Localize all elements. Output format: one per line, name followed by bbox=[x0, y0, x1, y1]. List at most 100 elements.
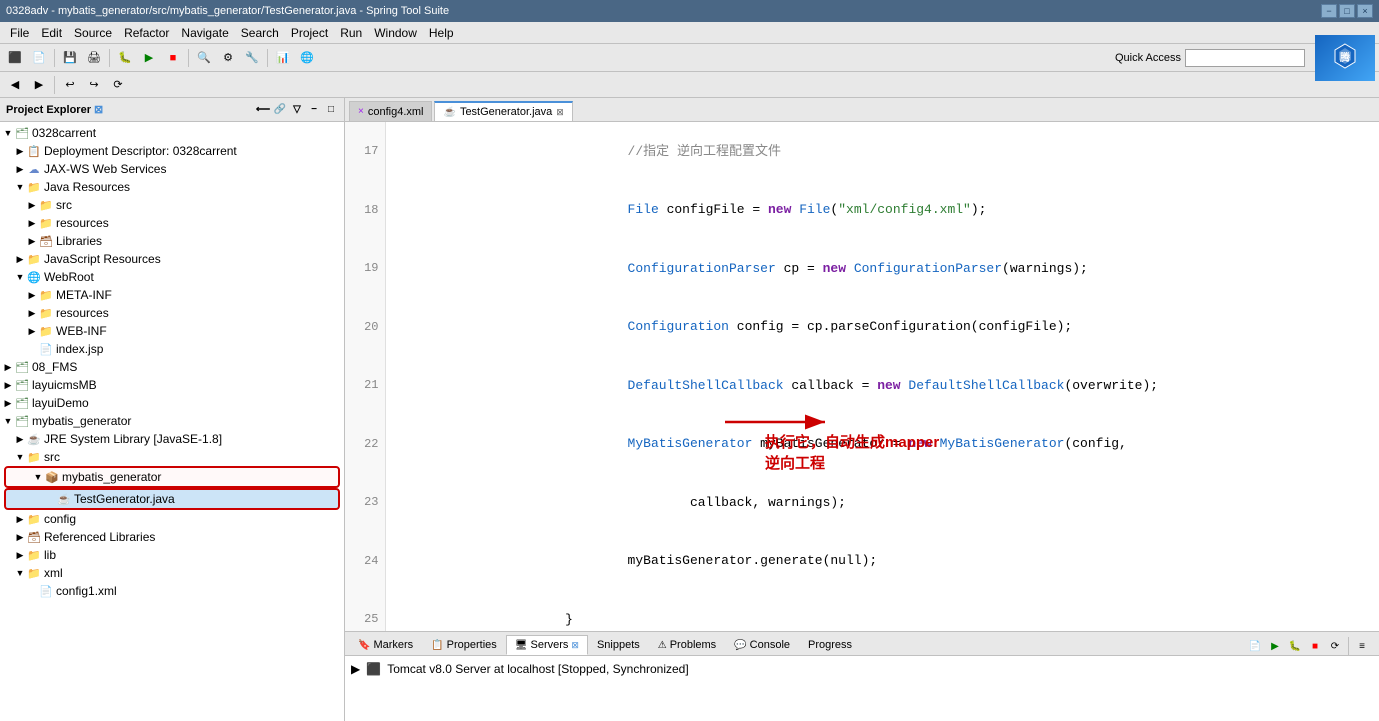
expand-arrow[interactable]: ▼ bbox=[14, 567, 26, 579]
expand-arrow[interactable]: ▶ bbox=[2, 361, 14, 373]
code-content-18[interactable]: File configFile = new File("xml/config4.… bbox=[385, 181, 1379, 240]
tree-item-resources[interactable]: ▶ 📁 resources bbox=[0, 214, 344, 232]
tree-item-javascript[interactable]: ▶ 📁 JavaScript Resources bbox=[0, 250, 344, 268]
menu-project[interactable]: Project bbox=[285, 24, 334, 42]
tree-item-src2[interactable]: ▼ 📁 src bbox=[0, 448, 344, 466]
stop-button[interactable]: ■ bbox=[162, 47, 184, 69]
expand-arrow[interactable]: ▶ bbox=[14, 531, 26, 543]
tb-bottom-1[interactable]: ≡ bbox=[1353, 637, 1371, 655]
debug-server-button[interactable]: 🐛 bbox=[1286, 637, 1304, 655]
code-content-20[interactable]: Configuration config = cp.parseConfigura… bbox=[385, 298, 1379, 357]
tab-testgenerator-java[interactable]: ☕ TestGenerator.java ⊠ bbox=[434, 101, 572, 121]
menu-file[interactable]: File bbox=[4, 24, 35, 42]
menu-help[interactable]: Help bbox=[423, 24, 460, 42]
tb2-btn-1[interactable]: ◀ bbox=[4, 74, 26, 96]
new-server-button[interactable]: 📄 bbox=[1246, 637, 1264, 655]
menu-run[interactable]: Run bbox=[334, 24, 368, 42]
bottom-tab-snippets[interactable]: Snippets bbox=[588, 635, 649, 655]
expand-arrow[interactable]: ▶ bbox=[26, 289, 38, 301]
code-content-24[interactable]: myBatisGenerator.generate(null); bbox=[385, 532, 1379, 591]
tab-config4-xml[interactable]: × config4.xml bbox=[349, 101, 432, 121]
tree-item-java-resources[interactable]: ▼ 📁 Java Resources bbox=[0, 178, 344, 196]
tree-item-referenced-libs[interactable]: ▶ 🗃 Referenced Libraries bbox=[0, 528, 344, 546]
expand-arrow[interactable]: ▶ bbox=[26, 325, 38, 337]
expand-server-arrow[interactable]: ▶ bbox=[351, 662, 360, 676]
tree-item-meta-inf[interactable]: ▶ 📁 META-INF bbox=[0, 286, 344, 304]
menu-navigate[interactable]: Navigate bbox=[175, 24, 234, 42]
quick-access-input[interactable] bbox=[1185, 49, 1305, 67]
server-row-tomcat[interactable]: ▶ ⬛ Tomcat v8.0 Server at localhost [Sto… bbox=[351, 660, 1373, 678]
expand-arrow[interactable]: ▶ bbox=[14, 513, 26, 525]
tree-item-webroot[interactable]: ▼ 🌐 WebRoot bbox=[0, 268, 344, 286]
tb-btn-3[interactable]: 🖨 bbox=[83, 47, 105, 69]
bottom-tab-servers[interactable]: 🖥 Servers ⊠ bbox=[506, 635, 588, 655]
new-button[interactable]: ⬛ bbox=[4, 47, 26, 69]
tb-btn-6[interactable]: 🔧 bbox=[241, 47, 263, 69]
menu-source[interactable]: Source bbox=[68, 24, 118, 42]
expand-arrow[interactable]: ▼ bbox=[14, 451, 26, 463]
expand-arrow[interactable]: ▶ bbox=[14, 433, 26, 445]
collapse-icon[interactable]: ⟵ bbox=[256, 103, 270, 117]
tree-item-jaxws[interactable]: ▶ ☁ JAX-WS Web Services bbox=[0, 160, 344, 178]
code-content-17[interactable]: //指定 逆向工程配置文件 bbox=[385, 122, 1379, 181]
tree-item-08fms[interactable]: ▶ 🗂 08_FMS bbox=[0, 358, 344, 376]
code-content-22[interactable]: MyBatisGenerator myBatisGenerator = new … bbox=[385, 415, 1379, 474]
menu-refactor[interactable]: Refactor bbox=[118, 24, 175, 42]
tb2-btn-4[interactable]: ↪ bbox=[83, 74, 105, 96]
maximize-view-icon[interactable]: □ bbox=[324, 103, 338, 117]
tree-item-testgenerator[interactable]: ☕ TestGenerator.java bbox=[4, 488, 340, 510]
bottom-tab-progress[interactable]: Progress bbox=[799, 635, 861, 655]
tree-item-xml[interactable]: ▼ 📁 xml bbox=[0, 564, 344, 582]
tab-close-icon[interactable]: ⊠ bbox=[556, 107, 564, 118]
run-button[interactable]: ▶ bbox=[138, 47, 160, 69]
tree-item-src[interactable]: ▶ 📁 src bbox=[0, 196, 344, 214]
tree-item-config1-xml[interactable]: 📄 config1.xml bbox=[0, 582, 344, 600]
tree-item-lib[interactable]: ▶ 📁 lib bbox=[0, 546, 344, 564]
link-icon[interactable]: 🔗 bbox=[273, 103, 287, 117]
minimize-view-icon[interactable]: − bbox=[307, 103, 321, 117]
menu-window[interactable]: Window bbox=[368, 24, 423, 42]
code-content-19[interactable]: ConfigurationParser cp = new Configurati… bbox=[385, 239, 1379, 298]
tree-item-mybatis-generator-pkg[interactable]: ▼ 📦 mybatis_generator bbox=[4, 466, 340, 488]
minimize-button[interactable]: − bbox=[1321, 4, 1337, 18]
tree-item-jre-system[interactable]: ▶ ☕ JRE System Library [JavaSE-1.8] bbox=[0, 430, 344, 448]
tb-btn-8[interactable]: 🌐 bbox=[296, 47, 318, 69]
expand-arrow[interactable]: ▼ bbox=[2, 415, 14, 427]
expand-arrow[interactable]: ▶ bbox=[26, 235, 38, 247]
expand-arrow[interactable]: ▶ bbox=[14, 163, 26, 175]
view-menu-icon[interactable]: ▽ bbox=[290, 103, 304, 117]
tree-item-layuidemo[interactable]: ▶ 🗂 layuiDemo bbox=[0, 394, 344, 412]
bottom-tab-problems[interactable]: ⚠ Problems bbox=[649, 635, 725, 655]
start-server-button[interactable]: ▶ bbox=[1266, 637, 1284, 655]
tree-item-resources2[interactable]: ▶ 📁 resources bbox=[0, 304, 344, 322]
tb-btn-2[interactable]: 📄 bbox=[28, 47, 50, 69]
restart-server-button[interactable]: ⟳ bbox=[1326, 637, 1344, 655]
expand-arrow[interactable]: ▶ bbox=[26, 307, 38, 319]
maximize-button[interactable]: □ bbox=[1339, 4, 1355, 18]
bottom-tab-console[interactable]: 💬 Console bbox=[725, 635, 799, 655]
expand-arrow[interactable]: ▶ bbox=[14, 145, 26, 157]
tree-item-layuicmsmb[interactable]: ▶ 🗂 layuicmsMB bbox=[0, 376, 344, 394]
bottom-tab-properties[interactable]: 📋 Properties bbox=[422, 635, 506, 655]
expand-arrow[interactable]: ▼ bbox=[14, 181, 26, 193]
debug-button[interactable]: 🐛 bbox=[114, 47, 136, 69]
tb2-btn-2[interactable]: ▶ bbox=[28, 74, 50, 96]
expand-arrow[interactable]: ▶ bbox=[14, 549, 26, 561]
expand-arrow[interactable]: ▶ bbox=[2, 379, 14, 391]
code-editor[interactable]: 17 //指定 逆向工程配置文件 18 File configFile = ne… bbox=[345, 122, 1379, 631]
tree-item-deployment[interactable]: ▶ 📋 Deployment Descriptor: 0328carrent bbox=[0, 142, 344, 160]
close-button[interactable]: × bbox=[1357, 4, 1373, 18]
expand-arrow[interactable]: ▶ bbox=[26, 199, 38, 211]
tree-item-web-inf[interactable]: ▶ 📁 WEB-INF bbox=[0, 322, 344, 340]
tree-item-mybatis-generator[interactable]: ▼ 🗂 mybatis_generator bbox=[0, 412, 344, 430]
tree-item-0328carrent[interactable]: ▼ 🗂 0328carrent bbox=[0, 124, 344, 142]
tb-btn-4[interactable]: 🔍 bbox=[193, 47, 215, 69]
code-content-21[interactable]: DefaultShellCallback callback = new Defa… bbox=[385, 356, 1379, 415]
expand-arrow[interactable]: ▶ bbox=[2, 397, 14, 409]
expand-arrow[interactable]: ▶ bbox=[26, 217, 38, 229]
menu-search[interactable]: Search bbox=[235, 24, 285, 42]
expand-arrow[interactable]: ▼ bbox=[2, 127, 14, 139]
code-content-23[interactable]: callback, warnings); bbox=[385, 473, 1379, 532]
tb2-btn-5[interactable]: ⟳ bbox=[107, 74, 129, 96]
save-button[interactable]: 💾 bbox=[59, 47, 81, 69]
